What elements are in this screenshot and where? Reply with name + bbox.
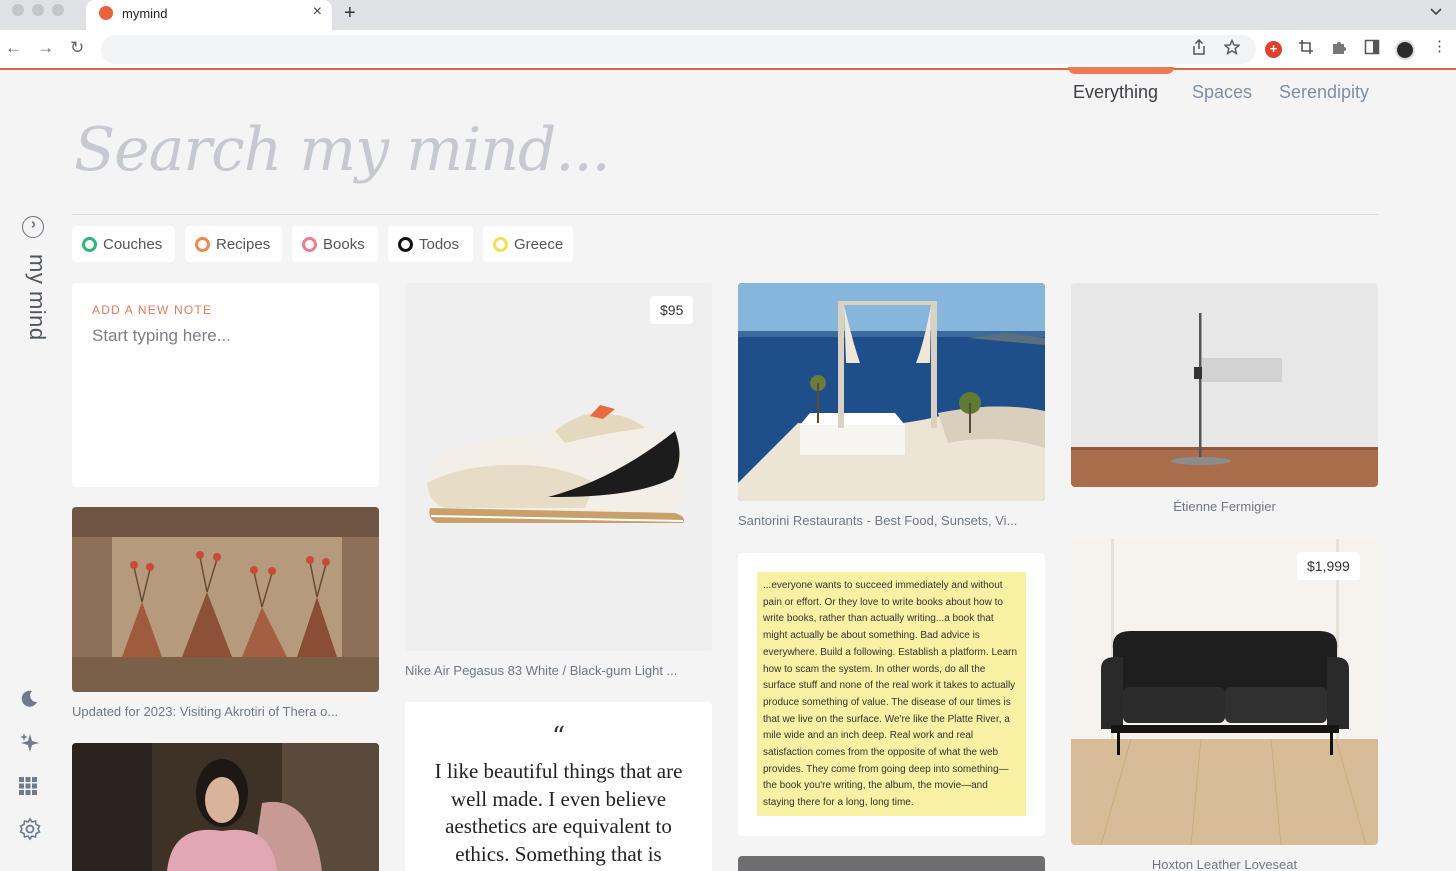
santorini-image-card[interactable] — [738, 283, 1045, 501]
tab-close-icon[interactable]: × — [313, 3, 322, 21]
filter-chip-greece[interactable]: Greece — [483, 226, 573, 262]
bookmark-star-icon[interactable] — [1223, 38, 1241, 59]
fresco-caption[interactable]: Updated for 2023: Visiting Akrotiri of T… — [72, 704, 379, 719]
chip-label: Couches — [103, 235, 163, 253]
portrait-image-card[interactable] — [72, 743, 379, 871]
brand-wordmark: my mind — [25, 254, 50, 341]
side-panel-icon[interactable] — [1364, 39, 1380, 59]
recipes-ring-icon — [195, 236, 210, 252]
loveseat-caption[interactable]: Hoxton Leather Loveseat — [1071, 857, 1378, 871]
serendipity-sparkle-icon[interactable] — [18, 731, 42, 761]
browser-tab-bar: mymind × + — [0, 0, 1456, 30]
filter-chip-todos[interactable]: Todos — [388, 226, 473, 262]
back-button[interactable]: ← — [5, 38, 22, 58]
fresco-image — [72, 507, 379, 692]
sneaker-caption[interactable]: Nike Air Pegasus 83 White / Black-gum Li… — [405, 663, 712, 678]
filter-chip-books[interactable]: Books — [292, 226, 378, 262]
sneaker-image — [405, 283, 712, 651]
nav-spaces[interactable]: Spaces — [1192, 82, 1252, 103]
mymind-extension-icon[interactable]: + — [1265, 41, 1282, 58]
extensions-puzzle-icon[interactable] — [1331, 39, 1347, 59]
reload-button[interactable]: ↻ — [70, 38, 84, 58]
santorini-caption[interactable]: Santorini Restaurants - Best Food, Sunse… — [738, 513, 1045, 528]
new-note-card[interactable]: ADD A NEW NOTE Start typing here... — [72, 283, 379, 487]
couches-ring-icon — [82, 236, 97, 252]
nav-everything[interactable]: Everything — [1073, 82, 1158, 103]
tab-title: mymind — [122, 6, 168, 21]
loveseat-image — [1071, 539, 1378, 845]
sneaker-price-badge: $95 — [650, 296, 694, 324]
search-input[interactable]: Search my mind... — [74, 115, 611, 185]
portrait-image — [72, 743, 379, 871]
highlight-text: ...everyone wants to succeed immediately… — [757, 572, 1026, 816]
sneaker-image-card[interactable] — [405, 283, 712, 651]
lamp-caption[interactable]: Étienne Fermigier — [1071, 499, 1378, 514]
lamp-image — [1071, 283, 1378, 487]
browser-tab[interactable]: mymind × — [86, 0, 332, 30]
browser-menu-icon[interactable]: ⋮ — [1432, 37, 1447, 55]
filter-chip-recipes[interactable]: Recipes — [185, 226, 282, 262]
tab-search-chevron-icon[interactable] — [1430, 5, 1442, 19]
forward-button[interactable]: → — [37, 38, 54, 58]
books-ring-icon — [302, 236, 317, 252]
lamp-image-card[interactable] — [1071, 283, 1378, 487]
chip-label: Books — [323, 235, 365, 253]
grid-view-icon[interactable] — [18, 776, 38, 802]
profile-avatar[interactable] — [1395, 40, 1415, 60]
chip-label: Todos — [419, 235, 460, 253]
note-input[interactable]: Start typing here... — [92, 326, 231, 346]
loveseat-price-badge: $1,999 — [1297, 552, 1360, 580]
active-nav-indicator — [1068, 67, 1174, 74]
chip-label: Greece — [514, 235, 564, 253]
search-divider — [72, 214, 1378, 215]
window-close-button[interactable] — [12, 4, 24, 16]
screenshot-extension-icon[interactable] — [1298, 39, 1314, 59]
address-bar[interactable] — [101, 35, 1256, 64]
accent-line — [0, 68, 1456, 70]
dark-mode-moon-icon[interactable] — [18, 688, 40, 716]
mymind-logo-icon[interactable] — [22, 216, 44, 238]
fresco-image-card[interactable] — [72, 507, 379, 692]
nav-serendipity[interactable]: Serendipity — [1279, 82, 1369, 103]
santorini-image — [738, 283, 1045, 501]
chip-label: Recipes — [216, 235, 271, 253]
filter-chip-couches[interactable]: Couches — [72, 226, 175, 262]
share-icon[interactable] — [1192, 38, 1206, 59]
mymind-favicon-icon — [99, 6, 113, 20]
greece-ring-icon — [493, 236, 508, 252]
window-zoom-button[interactable] — [52, 4, 64, 16]
browser-toolbar: ← → ↻ + ⋮ — [0, 30, 1456, 69]
next-image-card[interactable] — [738, 856, 1045, 871]
loveseat-image-card[interactable] — [1071, 539, 1378, 845]
highlight-note-card[interactable]: ...everyone wants to succeed immediately… — [738, 553, 1045, 836]
quote-card[interactable]: “ I like beautiful things that are well … — [405, 702, 712, 871]
quote-mark-icon: “ — [551, 722, 566, 752]
note-label: ADD A NEW NOTE — [92, 303, 213, 317]
window-minimize-button[interactable] — [32, 4, 44, 16]
todos-ring-icon — [398, 236, 413, 252]
new-tab-button[interactable]: + — [344, 2, 356, 25]
settings-gear-icon[interactable] — [18, 817, 42, 847]
quote-text: I like beautiful things that are well ma… — [434, 759, 683, 866]
